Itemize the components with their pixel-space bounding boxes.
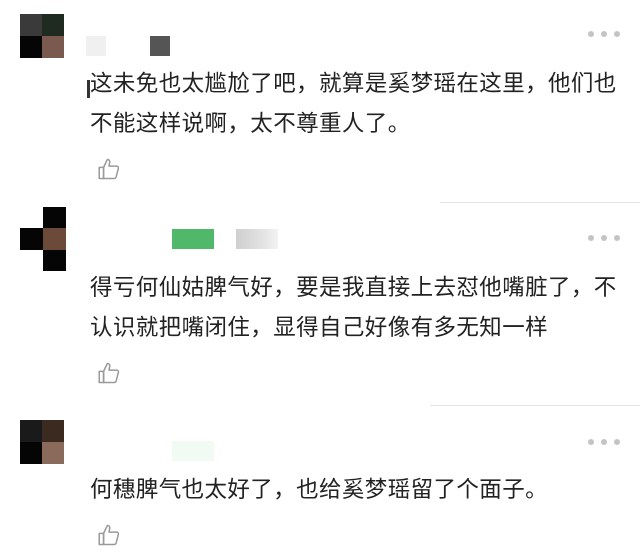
avatar[interactable]	[20, 14, 64, 58]
avatar[interactable]	[20, 207, 66, 271]
more-options-icon[interactable]	[588, 436, 620, 448]
divider	[440, 202, 640, 203]
thumbs-up-icon[interactable]	[96, 360, 122, 386]
more-options-icon[interactable]	[588, 28, 620, 40]
comment-text: 何穗脾气也太好了，也给奚梦瑶留了个面子。	[90, 477, 549, 503]
comment-text: 得亏何仙姑脾气好，要是我直接上去怼他嘴脏了，不认识就把嘴闭住，显得自己好像有多无…	[90, 275, 617, 341]
thumbs-up-icon[interactable]	[96, 156, 122, 182]
username-blurred[interactable]	[172, 441, 214, 461]
username-blurred[interactable]	[86, 36, 106, 56]
username-blurred[interactable]	[150, 36, 170, 56]
comment-text: 这未免也太尴尬了吧，就算是奚梦瑶在这里，他们也不能这样说啊，太不尊重人了。	[90, 71, 617, 137]
more-options-icon[interactable]	[588, 232, 620, 244]
username-blurred[interactable]	[172, 229, 214, 249]
username-blurred[interactable]	[236, 229, 278, 249]
avatar[interactable]	[20, 420, 64, 464]
divider	[430, 405, 640, 406]
thumbs-up-icon[interactable]	[96, 522, 122, 548]
